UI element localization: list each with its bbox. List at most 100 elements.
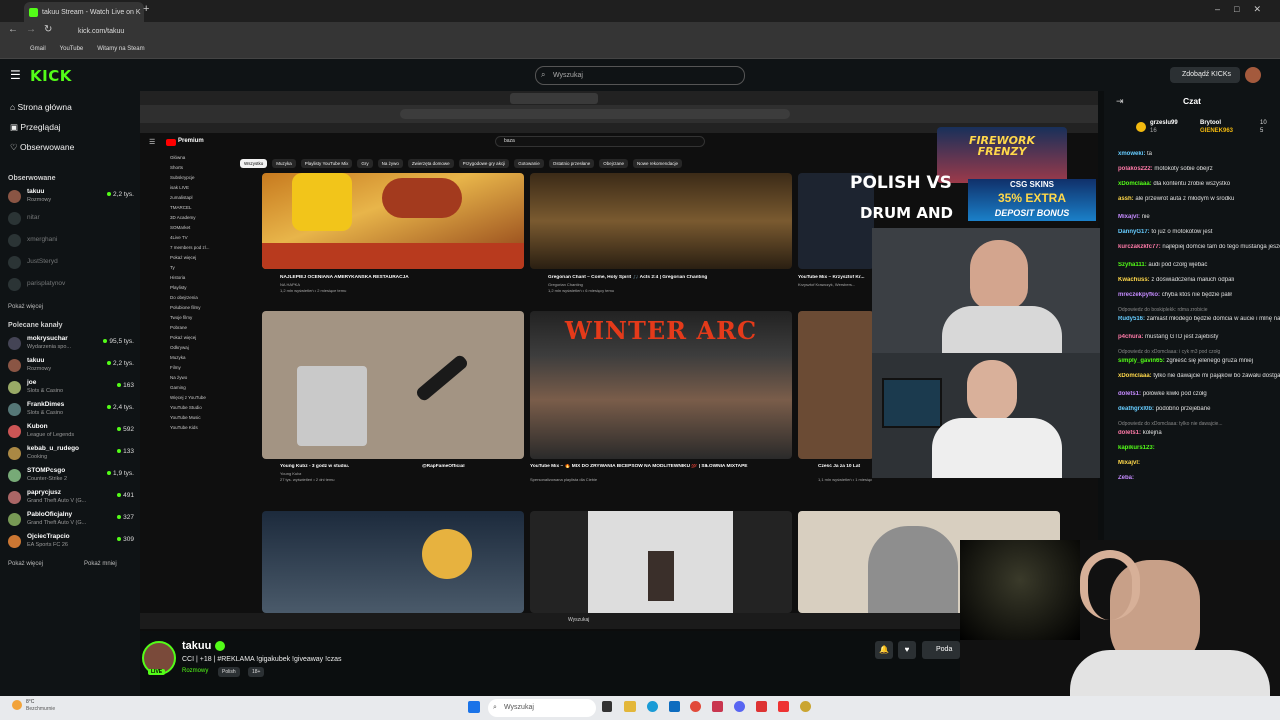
chat-username[interactable]: xmoweki: [1118, 151, 1145, 157]
yt-filter-chip: Na żywo [377, 159, 403, 168]
recommended-channel[interactable]: PabloOficjalny Grand Theft Auto V (G... 32… [8, 510, 134, 530]
forward-icon[interactable]: → [26, 24, 36, 35]
yt-sidebar-item: 3D Academy [170, 215, 196, 220]
chat-username[interactable]: Mixajvl: [1118, 460, 1140, 466]
nav-browse[interactable]: ▣ Przeglądaj [10, 122, 61, 133]
browser-tab-active[interactable]: takuu Stream - Watch Live on K [24, 2, 144, 22]
firework-ad: FIREWORK FRENZY [937, 127, 1067, 183]
avatar [8, 403, 21, 416]
nav-following[interactable]: ♡ Obserwowane [10, 142, 74, 153]
chat-username[interactable]: Kwachuss: [1118, 277, 1150, 283]
chat-username[interactable]: deathgrxl0b: [1118, 406, 1154, 412]
yt-sidebar-item: Odkrywaj [170, 345, 189, 350]
chat-text: połówke kiwki pod czołg [1142, 391, 1207, 397]
chat-text: chyba ktoś nie będzie palił [1161, 292, 1232, 298]
followed-channel[interactable]: xmerghani [8, 231, 134, 251]
chat-username[interactable]: dolets1: [1118, 430, 1141, 436]
channel-category: EA Sports FC 26 [27, 542, 68, 548]
channel-category: Rozmowy [27, 366, 52, 372]
followed-channel[interactable]: parisplatynov [8, 275, 134, 295]
search-input[interactable]: Wyszukaj [535, 66, 745, 85]
channel-name: joe [27, 379, 37, 386]
windows-start-icon[interactable] [468, 701, 480, 713]
chat-username[interactable]: assh: [1118, 196, 1134, 202]
yt-sidebar-item: zumalistapl [170, 195, 193, 200]
show-more-recommended[interactable]: Pokaż więcej [8, 561, 43, 567]
recommended-channel[interactable]: Kubon League of Legends 592 [8, 422, 134, 442]
user-avatar[interactable] [1245, 67, 1261, 83]
recommended-channel[interactable]: OjciecTrapcio EA Sports FC 26 309 [8, 532, 134, 552]
avatar [8, 469, 21, 482]
chat-username[interactable]: DannyG17: [1118, 229, 1150, 235]
chat-username[interactable]: dolets1: [1118, 391, 1141, 397]
category-link[interactable]: Rozmowy [182, 668, 208, 674]
recommended-channel[interactable]: FrankDimes Slots & Casino 2,4 tys. [8, 400, 134, 420]
chat-username[interactable]: mreczekpyfko: [1118, 292, 1160, 298]
chat-username[interactable]: xDomclaaa: [1118, 181, 1152, 187]
yt-sidebar-item: SOMarket [170, 225, 191, 230]
taskbar-app-icon[interactable] [756, 701, 767, 712]
nav-home-label: Strona główna [17, 102, 72, 112]
chat-username[interactable]: xDomclaaa: [1118, 373, 1152, 379]
taskbar-app-icon[interactable] [800, 701, 811, 712]
notify-button[interactable]: 🔔 [875, 641, 893, 659]
reload-icon[interactable]: ↻ [44, 24, 52, 35]
chat-message: Zeba: [1118, 475, 1280, 481]
chat-username[interactable]: Zeba: [1118, 475, 1134, 481]
nav-home[interactable]: ⌂ Strona główna [10, 102, 72, 112]
recommended-channel[interactable]: kebab_u_rudego Cooking 133 [8, 444, 134, 464]
taskbar-app-icon[interactable] [734, 701, 745, 712]
video-thumbnail [530, 173, 792, 269]
chat-username[interactable]: Mixajvl: [1118, 214, 1140, 220]
channel-name: PabloOficjalny [27, 511, 73, 518]
bookmark-youtube[interactable]: YouTube [60, 46, 84, 52]
stream-info-bar: LIVE takuu CCI | +18 | #REKLAMA !gigakub… [140, 631, 960, 696]
chat-username[interactable]: Szyha111: [1118, 262, 1147, 268]
yt-sidebar-item: Subskrypcje [170, 175, 195, 180]
chat-username[interactable]: Rudy516: [1118, 316, 1145, 322]
chat-username[interactable]: polakos222: [1118, 166, 1153, 172]
back-icon[interactable]: ← [8, 24, 18, 35]
show-more-followed[interactable]: Pokaż więcej [8, 304, 43, 310]
yt-menu-icon: ☰ [149, 139, 156, 146]
followed-channel[interactable]: takuu Rozmowy 2,2 tys. [8, 187, 134, 207]
recommended-channel[interactable]: joe Slots & Casino 163 [8, 378, 134, 398]
chat-message: Mixajvl: nie [1118, 214, 1280, 220]
window-controls[interactable]: –□✕ [1215, 4, 1275, 15]
followed-channel[interactable]: JustSteryd [8, 253, 134, 273]
channel-category: Counter-Strike 2 [27, 476, 68, 482]
tag-18[interactable]: 18+ [248, 667, 265, 677]
show-less-recommended[interactable]: Pokaż mniej [84, 561, 117, 567]
taskbar-app-icon[interactable] [624, 701, 636, 712]
taskbar-app-icon[interactable] [690, 701, 701, 712]
taskbar-app-icon[interactable] [712, 701, 723, 712]
tag-polish[interactable]: Polish [218, 667, 240, 677]
chat-username[interactable]: kapikurs123: [1118, 445, 1155, 451]
kicks-button[interactable]: Zdobądź KICKs [1170, 67, 1240, 83]
chat-username[interactable]: simply_gavin65: [1118, 358, 1165, 364]
chat-username[interactable]: kurczakzkfc77: [1118, 244, 1161, 250]
new-tab-icon[interactable]: + [143, 3, 149, 15]
streamer-name[interactable]: takuu [182, 640, 211, 652]
channel-name: mokrysuchar [27, 335, 68, 342]
recommended-channel[interactable]: paprycjusz Grand Theft Auto V (G... 491 [8, 488, 134, 508]
taskbar-app-icon[interactable] [647, 701, 658, 712]
video-thumbnail [262, 511, 524, 613]
recommended-channel[interactable]: takuu Rozmowy 2,2 tys. [8, 356, 134, 376]
recommended-channel[interactable]: STOMPcsgo Counter-Strike 2 1,9 tys. [8, 466, 134, 486]
chat-username[interactable]: p4chura: [1118, 334, 1143, 340]
followed-channel[interactable]: nitar [8, 209, 134, 229]
support-button[interactable]: Poda [922, 641, 960, 659]
taskbar-app-icon[interactable] [669, 701, 680, 712]
bookmark-steam[interactable]: Witamy na Steam [97, 46, 144, 52]
taskbar-app-icon[interactable] [778, 701, 789, 712]
follow-button[interactable]: ♥ [898, 641, 916, 659]
menu-icon[interactable]: ☰ [10, 68, 21, 82]
kick-logo[interactable]: KICK [30, 67, 72, 85]
bookmark-gmail[interactable]: Gmail [30, 46, 46, 52]
address-bar[interactable]: kick.com/takuu [58, 24, 1158, 39]
taskbar-app-icon[interactable] [602, 701, 612, 712]
windows-search[interactable]: ⌕ Wyszukaj [488, 699, 596, 717]
recommended-channel[interactable]: mokrysuchar Wydarzenia spo... 95,5 tys. [8, 334, 134, 354]
chat-reply-context: Odpowiedz do xDomclaaa: tylko nie dawajc… [1118, 421, 1223, 427]
